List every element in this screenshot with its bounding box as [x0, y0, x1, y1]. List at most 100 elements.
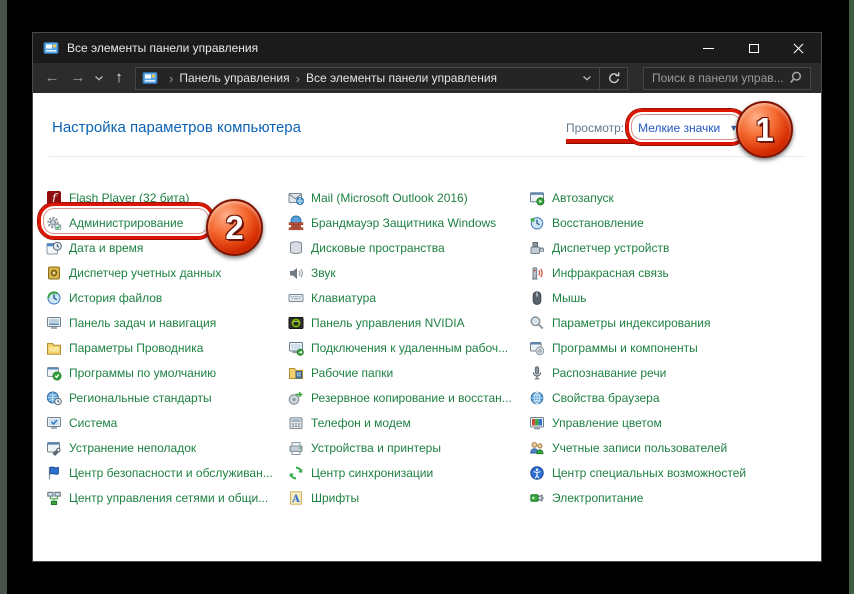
control-panel-item[interactable]: Панель задач и навигация	[46, 310, 273, 335]
control-panel-item-label: Устройства и принтеры	[311, 441, 441, 455]
control-panel-item[interactable]: Резервное копирование и восстан...	[288, 385, 512, 410]
control-panel-item[interactable]: Учетные записи пользователей	[529, 435, 746, 460]
control-panel-item-label: Программы и компоненты	[552, 341, 698, 355]
control-panel-item-label: Панель задач и навигация	[69, 316, 216, 330]
forward-button[interactable]: →	[65, 63, 91, 93]
control-panel-item[interactable]: Программы по умолчанию	[46, 360, 273, 385]
breadcrumb-separator: ›	[163, 71, 179, 86]
items-column-3: Автозапуск ВосстановлениеДиспетчер устрой…	[529, 185, 746, 510]
control-panel-item[interactable]: Система	[46, 410, 273, 435]
minimize-button[interactable]	[686, 33, 731, 63]
control-panel-item[interactable]: Mail (Microsoft Outlook 2016)	[288, 185, 512, 210]
recent-pages-button[interactable]	[91, 70, 107, 86]
region-icon	[46, 390, 62, 406]
control-panel-item[interactable]: Распознавание речи	[529, 360, 746, 385]
search-placeholder: Поиск в панели управ...	[652, 71, 788, 85]
search-input[interactable]: Поиск в панели управ...	[643, 67, 811, 90]
control-panel-item[interactable]: Автозапуск	[529, 185, 746, 210]
control-panel-content: Настройка параметров компьютера Просмотр…	[33, 93, 821, 561]
control-panel-item[interactable]: Звук	[288, 260, 512, 285]
control-panel-item[interactable]: Свойства браузера	[529, 385, 746, 410]
titlebar[interactable]: Все элементы панели управления	[33, 33, 821, 63]
control-panel-item[interactable]: Телефон и модем	[288, 410, 512, 435]
device-manager-icon	[529, 240, 545, 256]
control-panel-item[interactable]: Диспетчер устройств	[529, 235, 746, 260]
control-panel-item[interactable]: Параметры индексирования	[529, 310, 746, 335]
control-panel-item[interactable]: Клавиатура	[288, 285, 512, 310]
view-by-dropdown[interactable]: Мелкие значки ▼	[638, 121, 738, 135]
control-panel-item[interactable]: Восстановление	[529, 210, 746, 235]
control-panel-item[interactable]: Электропитание	[529, 485, 746, 510]
control-panel-item[interactable]: Дисковые пространства	[288, 235, 512, 260]
maximize-icon	[749, 44, 759, 53]
control-panel-item[interactable]: Управление цветом	[529, 410, 746, 435]
control-panel-item[interactable]: История файлов	[46, 285, 273, 310]
control-panel-item[interactable]: AШрифты	[288, 485, 512, 510]
control-panel-item-label: Устранение неполадок	[69, 441, 196, 455]
control-panel-item-label: Резервное копирование и восстан...	[311, 391, 512, 405]
close-button[interactable]	[776, 33, 821, 63]
indexing-icon	[529, 315, 545, 331]
refresh-button[interactable]	[600, 70, 627, 86]
control-panel-item[interactable]: Инфракрасная связь	[529, 260, 746, 285]
sound-icon	[288, 265, 304, 281]
control-panel-window: Все элементы панели управления ← → ↑ › П…	[32, 32, 822, 562]
control-panel-item[interactable]: Администрирование	[46, 210, 273, 235]
up-button[interactable]: ↑	[107, 63, 131, 93]
explorer-options-icon	[46, 340, 62, 356]
control-panel-item-label: Рабочие папки	[311, 366, 393, 380]
control-panel-item[interactable]: Центр специальных возможностей	[529, 460, 746, 485]
work-folders-icon	[288, 365, 304, 381]
control-panel-item-label: Автозапуск	[552, 191, 614, 205]
back-button[interactable]: ←	[39, 63, 65, 93]
control-panel-item[interactable]: Брандмауэр Защитника Windows	[288, 210, 512, 235]
control-panel-item[interactable]: Региональные стандарты	[46, 385, 273, 410]
control-panel-item-label: Дата и время	[69, 241, 143, 255]
breadcrumb[interactable]: › Панель управления › Все элементы панел…	[135, 67, 628, 90]
speech-icon	[529, 365, 545, 381]
control-panel-item-label: Центр безопасности и обслуживан...	[69, 466, 273, 480]
control-panel-item[interactable]: Центр безопасности и обслуживан...	[46, 460, 273, 485]
control-panel-item[interactable]: Панель управления NVIDIA	[288, 310, 512, 335]
control-panel-item[interactable]: Дата и время	[46, 235, 273, 260]
control-panel-item[interactable]: fFlash Player (32 бита)	[46, 185, 273, 210]
admin-tools-icon	[46, 215, 62, 231]
minimize-icon	[703, 48, 714, 49]
control-panel-item[interactable]: Мышь	[529, 285, 746, 310]
recovery-icon	[529, 215, 545, 231]
control-panel-item[interactable]: Устройства и принтеры	[288, 435, 512, 460]
control-panel-icon	[43, 40, 59, 56]
control-panel-item-label: Параметры Проводника	[69, 341, 203, 355]
control-panel-item[interactable]: Программы и компоненты	[529, 335, 746, 360]
control-panel-item[interactable]: Центр синхронизации	[288, 460, 512, 485]
programs-features-icon	[529, 340, 545, 356]
desktop-edge-right	[849, 0, 854, 594]
autoplay-icon	[529, 190, 545, 206]
control-panel-item-label: Администрирование	[69, 216, 183, 230]
control-panel-item-label: Подключения к удаленным рабоч...	[311, 341, 508, 355]
remote-desktop-icon	[288, 340, 304, 356]
phone-modem-icon	[288, 415, 304, 431]
chevron-down-icon	[579, 70, 595, 86]
control-panel-item[interactable]: Диспетчер учетных данных	[46, 260, 273, 285]
control-panel-item-label: Mail (Microsoft Outlook 2016)	[311, 191, 468, 205]
back-icon: ←	[45, 69, 60, 86]
divider	[49, 156, 805, 157]
control-panel-item[interactable]: Подключения к удаленным рабоч...	[288, 335, 512, 360]
control-panel-item[interactable]: Параметры Проводника	[46, 335, 273, 360]
control-panel-item-label: Система	[69, 416, 117, 430]
breadcrumb-dropdown-button[interactable]	[575, 70, 599, 86]
network-center-icon	[46, 490, 62, 506]
keyboard-icon	[288, 290, 304, 306]
control-panel-item-label: Панель управления NVIDIA	[311, 316, 465, 330]
control-panel-item[interactable]: Центр управления сетями и общи...	[46, 485, 273, 510]
infrared-icon	[529, 265, 545, 281]
maximize-button[interactable]	[731, 33, 776, 63]
breadcrumb-root[interactable]: Панель управления	[179, 71, 289, 85]
control-panel-item-label: Свойства браузера	[552, 391, 660, 405]
control-panel-item-label: Мышь	[552, 291, 587, 305]
control-panel-item[interactable]: Устранение неполадок	[46, 435, 273, 460]
breadcrumb-current[interactable]: Все элементы панели управления	[306, 71, 497, 85]
control-panel-item[interactable]: Рабочие папки	[288, 360, 512, 385]
control-panel-item-label: Flash Player (32 бита)	[69, 191, 189, 205]
